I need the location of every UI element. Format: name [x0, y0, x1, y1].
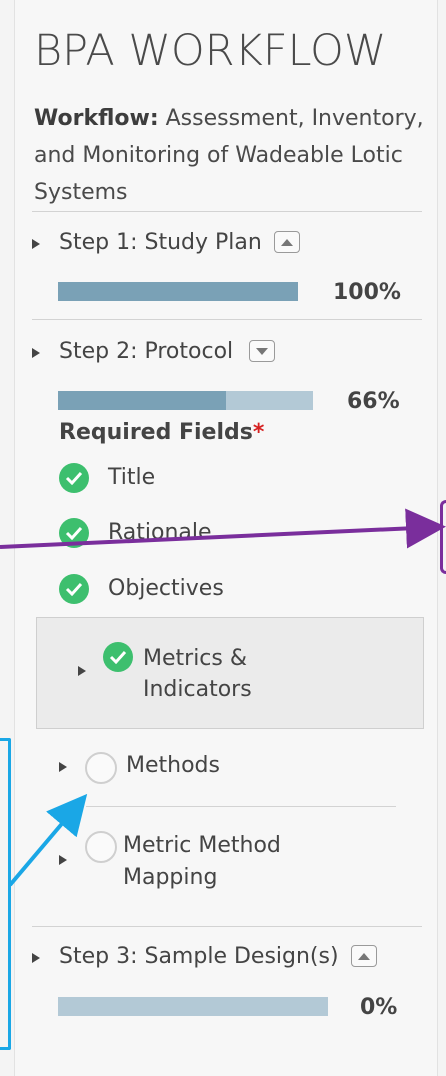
annotation-arrows — [0, 508, 446, 887]
annotation-purple-arrow — [0, 508, 446, 549]
annotation-blue-arrow — [8, 793, 88, 887]
